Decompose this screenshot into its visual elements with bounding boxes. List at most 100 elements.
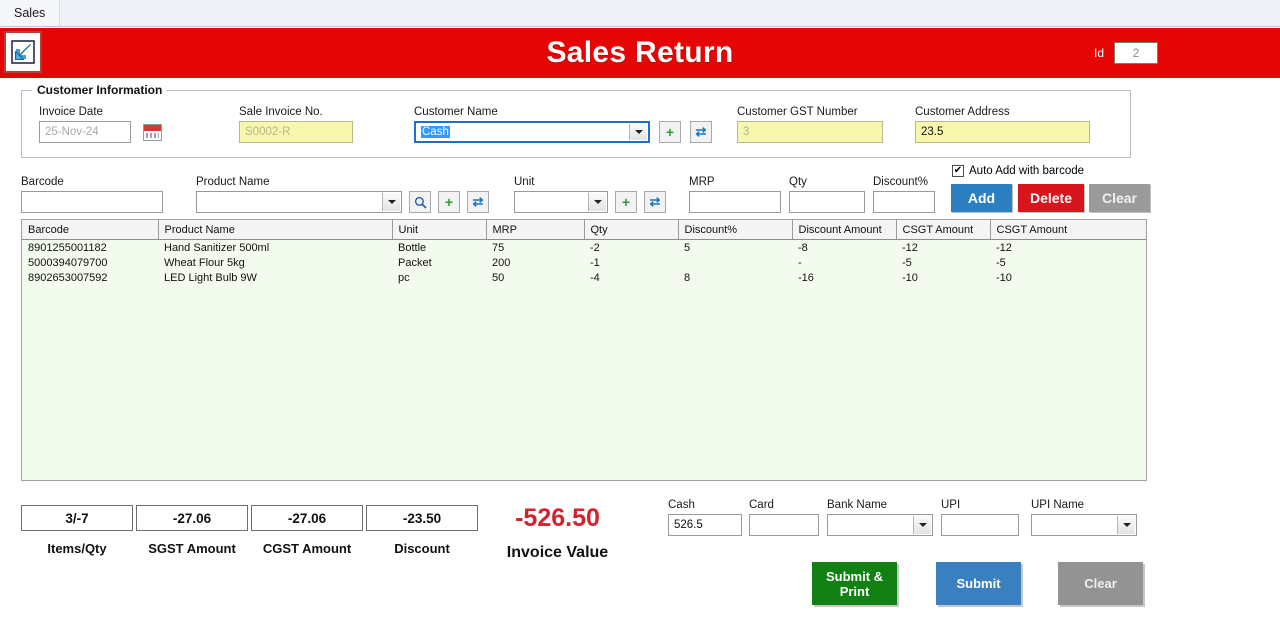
upi-label: UPI [941, 499, 961, 511]
auto-add-checkbox[interactable]: ✔ [952, 165, 964, 177]
invoice-date-field: Invoice Date 25-Nov-24 [39, 106, 162, 143]
cell-product-name: LED Light Bulb 9W [158, 270, 392, 285]
add-unit-button[interactable]: + [615, 191, 637, 213]
customer-gst-label: Customer GST Number [737, 106, 858, 118]
customer-gst-field: Customer GST Number 3 [737, 106, 883, 143]
items-qty-value: 3/-7 [21, 505, 133, 531]
cell-mrp: 75 [486, 239, 584, 255]
customer-name-value: Cash [421, 126, 450, 138]
col-qty[interactable]: Qty [584, 220, 679, 240]
customer-address-input[interactable]: 23.5 [915, 121, 1090, 143]
product-name-field: Product Name + ⇄ [196, 176, 489, 213]
total-sgst: -27.06 SGST Amount [136, 505, 248, 556]
col-discount-amount[interactable]: Discount Amount [792, 220, 897, 240]
total-cgst: -27.06 CGST Amount [251, 505, 363, 556]
cell-csgt-amount-2: -5 [990, 255, 1146, 270]
col-mrp[interactable]: MRP [486, 220, 585, 240]
invoice-value-caption: Invoice Value [506, 544, 609, 561]
bank-name-combobox[interactable] [827, 514, 933, 536]
product-name-combobox[interactable] [196, 191, 402, 213]
cell-barcode: 8902653007592 [22, 270, 158, 285]
mrp-field: MRP [689, 176, 781, 213]
refresh-product-button[interactable]: ⇄ [467, 191, 489, 213]
mrp-input[interactable] [689, 191, 781, 213]
title-bar: Sales Return Id 2 [0, 28, 1280, 78]
cash-label: Cash [668, 499, 695, 511]
col-csgt-amount-1[interactable]: CSGT Amount [896, 220, 991, 240]
col-barcode[interactable]: Barcode [22, 220, 159, 240]
upi-name-field: UPI Name [1031, 499, 1137, 536]
refresh-unit-button[interactable]: ⇄ [644, 191, 666, 213]
clear-form-button[interactable]: Clear [1058, 562, 1143, 605]
refresh-customer-button[interactable]: ⇄ [690, 121, 712, 143]
chevron-down-icon[interactable] [382, 193, 400, 211]
menu-item-sales[interactable]: Sales [0, 0, 61, 26]
upi-field: UPI [941, 499, 1019, 536]
barcode-input[interactable] [21, 191, 163, 213]
discount-pct-field: Discount% [873, 176, 935, 213]
unit-label: Unit [514, 176, 535, 188]
add-customer-button[interactable]: + [659, 121, 681, 143]
search-icon[interactable] [409, 191, 431, 213]
cell-unit: Bottle [392, 239, 486, 255]
total-items-qty: 3/-7 Items/Qty [21, 505, 133, 556]
cell-csgt-amount-1: -5 [896, 255, 990, 270]
sale-invoice-no-input[interactable]: S0002-R [239, 121, 353, 143]
customer-name-combobox[interactable]: Cash [414, 121, 650, 143]
delete-button[interactable]: Delete [1018, 184, 1084, 212]
cell-csgt-amount-2: -12 [990, 239, 1146, 255]
sale-invoice-no-field: Sale Invoice No. S0002-R [239, 106, 353, 143]
submit-and-print-button[interactable]: Submit & Print [812, 562, 897, 605]
cell-mrp: 50 [486, 270, 584, 285]
clear-line-button[interactable]: Clear [1089, 184, 1150, 212]
chevron-down-icon[interactable] [629, 124, 647, 140]
customer-gst-input[interactable]: 3 [737, 121, 883, 143]
submit-button[interactable]: Submit [936, 562, 1021, 605]
upi-name-combobox[interactable] [1031, 514, 1137, 536]
mrp-label: MRP [689, 176, 715, 188]
discount-pct-label: Discount% [873, 176, 928, 188]
discount-caption: Discount [394, 541, 450, 556]
upi-input[interactable] [941, 514, 1019, 536]
invoice-value-amount: -526.50 [515, 504, 600, 532]
invoice-date-input[interactable]: 25-Nov-24 [39, 121, 131, 143]
cell-unit: Packet [392, 255, 486, 270]
col-unit[interactable]: Unit [392, 220, 487, 240]
table-row[interactable]: 8901255001182 Hand Sanitizer 500ml Bottl… [22, 239, 1146, 255]
cell-barcode: 5000394079700 [22, 255, 158, 270]
add-product-button[interactable]: + [438, 191, 460, 213]
card-field: Card [749, 499, 819, 536]
cell-qty: -1 [584, 255, 678, 270]
card-input[interactable] [749, 514, 819, 536]
customer-information-legend: Customer Information [32, 83, 168, 97]
cell-barcode: 8901255001182 [22, 239, 158, 255]
cell-csgt-amount-2: -10 [990, 270, 1146, 285]
discount-pct-input[interactable] [873, 191, 935, 213]
col-csgt-amount-2[interactable]: CSGT Amount [990, 220, 1146, 240]
bank-name-field: Bank Name [827, 499, 933, 536]
cell-discount-pct: 5 [678, 239, 792, 255]
calendar-icon[interactable] [143, 123, 162, 141]
cash-field: Cash 526.5 [668, 499, 742, 536]
qty-input[interactable] [789, 191, 865, 213]
cell-csgt-amount-1: -10 [896, 270, 990, 285]
chevron-down-icon[interactable] [913, 516, 931, 534]
id-input[interactable]: 2 [1114, 42, 1158, 64]
chevron-down-icon[interactable] [1117, 516, 1135, 534]
cell-discount-amount: -8 [792, 239, 896, 255]
barcode-field: Barcode [21, 176, 163, 213]
cell-discount-amount: -16 [792, 270, 896, 285]
items-grid[interactable]: Barcode Product Name Unit MRP Qty Discou… [21, 219, 1147, 481]
cash-input[interactable]: 526.5 [668, 514, 742, 536]
card-label: Card [749, 499, 774, 511]
chevron-down-icon[interactable] [588, 193, 606, 211]
auto-add-checkbox-row[interactable]: ✔ Auto Add with barcode [952, 165, 1084, 177]
col-product-name[interactable]: Product Name [158, 220, 393, 240]
cell-discount-amount: - [792, 255, 896, 270]
items-qty-caption: Items/Qty [47, 541, 107, 556]
add-button[interactable]: Add [951, 184, 1012, 212]
unit-combobox[interactable] [514, 191, 608, 213]
col-discount-pct[interactable]: Discount% [678, 220, 793, 240]
table-row[interactable]: 8902653007592 LED Light Bulb 9W pc 50 -4… [22, 270, 1146, 285]
table-row[interactable]: 5000394079700 Wheat Flour 5kg Packet 200… [22, 255, 1146, 270]
